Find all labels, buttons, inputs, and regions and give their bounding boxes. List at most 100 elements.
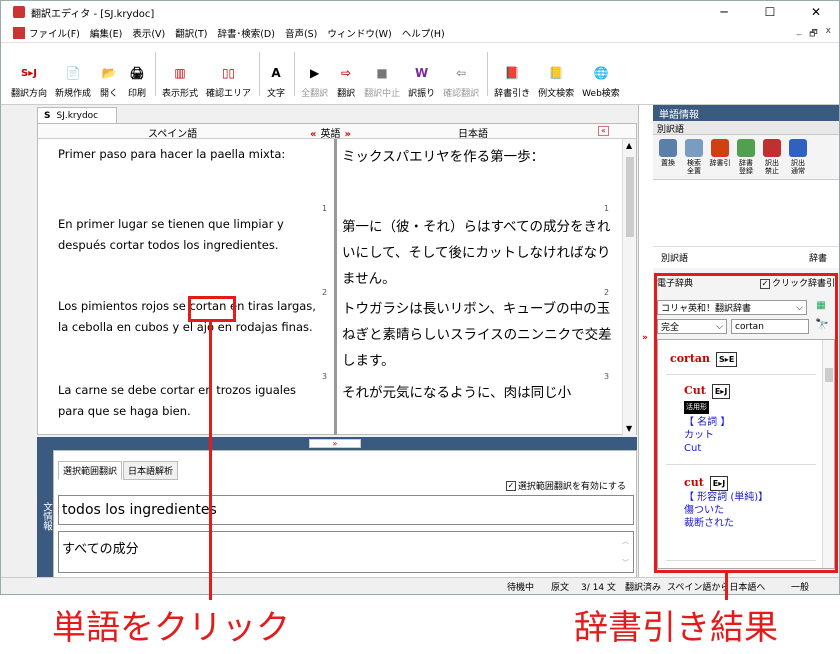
word-tool-button[interactable]: 訳出 通常 — [785, 139, 811, 175]
tab-selection-translation[interactable]: 選択範囲翻訳 — [58, 461, 123, 480]
clicked-word-highlight — [188, 296, 236, 322]
checkbox-checked-icon[interactable]: ✓ — [505, 480, 516, 491]
word-tool-button[interactable]: 訳出 禁止 — [759, 139, 785, 175]
menu-speech[interactable]: 音声(S) — [285, 26, 317, 40]
lookup-result-caption: 辞書引き結果 — [574, 608, 778, 648]
translate-all-button[interactable]: ▶ 全翻訳 — [301, 46, 328, 104]
tool-icon — [789, 139, 807, 157]
source-sentence[interactable]: Primer paso para hacer la paella mixta: — [58, 144, 322, 165]
intermediate-language: 英語 — [320, 129, 341, 140]
selection-source-box[interactable]: todos los ingredientes — [58, 495, 634, 525]
status-bar: 待機中 原文 3/ 14 文 翻訳済み スペイン語から日本語へ 一般 — [1, 577, 839, 594]
word-tool-button[interactable]: 置換 — [655, 139, 681, 175]
mdi-minimize-button[interactable]: _ — [797, 26, 802, 42]
source-language-header: スペイン語 — [148, 129, 198, 140]
side-collapse-strip[interactable]: » — [638, 105, 653, 578]
web-search-button[interactable]: 🌐 Web検索 — [582, 46, 620, 104]
stop-translation-button[interactable]: ■ 翻訳中止 — [364, 46, 400, 104]
segment-row[interactable]: Los pimientos rojos se cortan en tiras l… — [54, 296, 626, 381]
editor-scrollbar[interactable]: ▲ ▼ — [622, 139, 636, 435]
collapse-arrow-icon[interactable]: » — [642, 333, 648, 343]
doc-badge: S — [44, 110, 51, 121]
word-tool-button[interactable]: 辞書引 — [707, 139, 733, 175]
status-direction: スペイン語から日本語へ — [667, 583, 766, 593]
font-icon: A — [271, 66, 281, 80]
target-sentence[interactable]: それが元気になるように、肉は同じ小 — [342, 380, 622, 406]
tool-icon — [737, 139, 755, 157]
segment-row[interactable]: Primer paso para hacer la paella mixta: … — [54, 144, 626, 213]
switch-right-arrow[interactable]: » — [344, 129, 350, 140]
document-tab[interactable]: S SJ.krydoc — [37, 107, 117, 123]
scroll-up-icon[interactable]: ▲ — [626, 141, 632, 150]
menu-translate[interactable]: 翻訳(T) — [175, 26, 207, 40]
translation-direction-button[interactable]: S▸J 翻訳方向 — [11, 46, 47, 104]
tool-icon — [685, 139, 703, 157]
back-translation-button[interactable]: ⇦ 確認翻訳 — [443, 46, 479, 104]
status-state: 待機中 — [507, 583, 535, 593]
translate-button[interactable]: ⇨ 翻訳 — [336, 46, 356, 104]
new-document-icon: 📄 — [65, 66, 81, 80]
title-bar: 翻訳エディタ - [SJ.krydoc] ─ ☐ ✕ — [1, 1, 839, 23]
menu-view[interactable]: 表示(V) — [132, 26, 165, 40]
segment-row[interactable]: La carne se debe cortar en trozos iguale… — [54, 380, 626, 434]
new-button[interactable]: 📄 新規作成 — [55, 46, 91, 104]
dictionary-lookup-button[interactable]: 📕 辞書引き — [494, 46, 530, 104]
display-format-button[interactable]: ▥ 表示形式 — [162, 46, 198, 104]
alt-translation-list[interactable] — [653, 180, 839, 246]
close-button[interactable]: ✕ — [793, 1, 839, 23]
maximize-button[interactable]: ☐ — [747, 1, 793, 23]
scroll-up-icon[interactable]: ︿ — [622, 536, 629, 546]
tool-icon — [711, 139, 729, 157]
selection-target-box[interactable]: すべての成分 ︿ ﹀ — [58, 531, 634, 573]
selection-translation-pane: 選択範囲翻訳 日本語解析 ✓ 選択範囲翻訳を有効にする todos los ing… — [53, 450, 637, 578]
direction-icon: S▸J — [21, 67, 37, 79]
expand-button[interactable]: » — [309, 439, 361, 448]
menu-dictionary[interactable]: 辞書･検索(D) — [217, 26, 274, 40]
menu-edit[interactable]: 編集(E) — [90, 26, 122, 40]
target-sentence[interactable]: トウガラシは長いリボン、キューブの中の玉ねぎと素晴らしいスライスのニンニクで交差… — [342, 296, 622, 374]
word-mapping-button[interactable]: W 訳振り — [408, 46, 435, 104]
word-tool-button[interactable]: 検索 全置 — [681, 139, 707, 175]
target-sentence[interactable]: ミックスパエリヤを作る第一歩： — [342, 144, 622, 170]
document-icon — [13, 26, 25, 39]
scroll-down-icon[interactable]: ﹀ — [622, 558, 629, 568]
switch-left-arrow[interactable]: « — [310, 129, 316, 140]
word-icon: W — [414, 66, 429, 80]
pane-splitter[interactable]: » — [37, 437, 637, 450]
alt-translation-header: 別訳語 — [653, 121, 839, 135]
minimize-button[interactable]: ─ — [701, 1, 747, 23]
tool-icon — [763, 139, 781, 157]
scroll-down-icon[interactable]: ▼ — [626, 424, 632, 433]
printer-icon: 🖨 — [129, 66, 145, 80]
open-button[interactable]: 📂 開く — [99, 46, 119, 104]
menu-file[interactable]: ファイル(F) — [29, 26, 80, 40]
menu-window[interactable]: ウィンドウ(W) — [327, 26, 391, 40]
segment-row[interactable]: En primer lugar se tienen que limpiar y … — [54, 214, 626, 297]
confirm-area-button[interactable]: ▯▯ 確認エリア — [206, 46, 251, 104]
target-sentence[interactable]: 第一に（彼・それ）らはすべての成分をきれいにして、そして後にカットしなければなり… — [342, 214, 622, 292]
scroll-thumb[interactable] — [626, 157, 634, 237]
print-button[interactable]: 🖨 印刷 — [127, 46, 147, 104]
status-sentence-count: 3/ 14 文 — [581, 583, 616, 593]
mdi-close-button[interactable]: x — [826, 26, 831, 42]
source-sentence[interactable]: La carne se debe cortar en trozos iguale… — [58, 380, 322, 422]
folder-icon: 📂 — [101, 66, 117, 80]
selection-target-text: すべての成分 — [62, 542, 139, 557]
mdi-restore-button[interactable]: 🗗 — [809, 26, 817, 42]
example-search-button[interactable]: 📒 例文検索 — [538, 46, 574, 104]
collapse-icon[interactable]: « — [598, 126, 609, 136]
globe-icon: 🌐 — [593, 66, 609, 80]
translation-editor[interactable]: スペイン語 « 英語» 日本語 « Primer paso para hacer … — [37, 123, 637, 435]
segment-number: 1 — [322, 204, 328, 213]
menu-help[interactable]: ヘルプ(H) — [402, 26, 445, 40]
tool-icon — [659, 139, 677, 157]
word-tool-button[interactable]: 辞書 登録 — [733, 139, 759, 175]
dictionary-icon: 📕 — [504, 66, 520, 80]
enable-selection-checkbox[interactable]: ✓ 選択範囲翻訳を有効にする — [505, 479, 626, 492]
language-switch[interactable]: « 英語» — [310, 125, 351, 140]
tab-japanese-analysis[interactable]: 日本語解析 — [123, 461, 179, 480]
font-button[interactable]: A 文字 — [266, 46, 286, 104]
source-sentence[interactable]: En primer lugar se tienen que limpiar y … — [58, 214, 322, 256]
columns-icon: ▯▯ — [221, 66, 236, 80]
sentence-info-tab[interactable]: 文情報 — [37, 450, 53, 578]
